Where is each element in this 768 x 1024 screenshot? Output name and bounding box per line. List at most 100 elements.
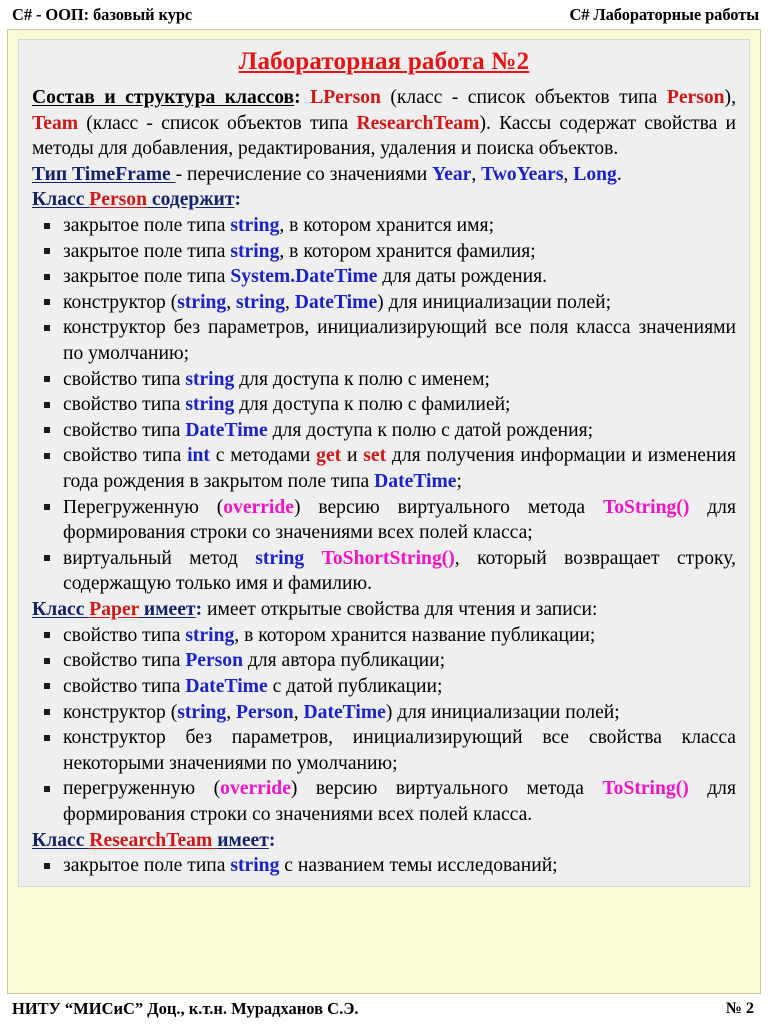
item-text: для доступа к полю с именем; [234, 368, 490, 390]
item-text: конструктор ( [63, 701, 178, 723]
item-text: , в котором хранится имя; [279, 215, 495, 237]
person-heading-name: Person [89, 189, 147, 211]
item-text: с датой публикации; [267, 675, 443, 697]
code-token: string [185, 624, 235, 646]
token-team: Team [32, 112, 79, 134]
item-text: ) версию виртуального метода [293, 496, 603, 518]
header-course-title: C# - ООП: базовый курс [12, 4, 193, 24]
list-item: виртуальный метод string ToShortString()… [32, 546, 736, 597]
list-item: свойство типа int с методами get и set д… [32, 443, 736, 494]
intro-space [301, 87, 310, 108]
code-token: Person [236, 701, 294, 723]
code-token: ToString() [602, 778, 689, 800]
timeframe-sep-1: , [471, 163, 482, 185]
code-token: Person [185, 650, 243, 672]
code-token: int [187, 445, 210, 467]
person-members-list: закрытое поле типа string , в котором хра… [32, 213, 736, 597]
page-title: Лабораторная работа №2 [238, 48, 530, 75]
code-token: string [230, 855, 280, 877]
list-item: закрытое поле типа System.DateTime для д… [32, 264, 736, 290]
page-number: № 2 [725, 1000, 754, 1017]
token-twoyears: TwoYears [481, 163, 564, 185]
item-text: свойство типа [63, 368, 186, 390]
item-text: свойство типа [63, 675, 186, 697]
person-heading-tail: содержит [146, 189, 235, 211]
researchteam-heading-colon: : [268, 829, 276, 851]
timeframe-sep-2: , [563, 163, 574, 185]
intro-text-2: ), [724, 87, 736, 108]
code-token: string [177, 701, 227, 723]
item-text: для автора публикации; [243, 650, 446, 672]
item-text: закрытое поле типа [63, 266, 231, 288]
item-text: конструктор без параметров, инициализиру… [63, 317, 736, 365]
list-item: свойство типа Person для автора публикац… [32, 648, 736, 674]
item-text: , [226, 291, 237, 313]
token-person: Person [666, 87, 725, 108]
item-text: закрытое поле типа [63, 240, 231, 262]
item-text: , [285, 291, 295, 313]
footer-author: НИТУ “МИСиС” Доц., к.т.н. Мурадханов С.Э… [12, 999, 359, 1018]
code-token: DateTime [294, 291, 378, 313]
item-text: конструктор ( [63, 291, 178, 313]
code-token: DateTime [303, 701, 386, 723]
researchteam-heading-name: ResearchTeam [89, 829, 218, 851]
item-text: свойство типа [63, 419, 186, 441]
code-token: DateTime [185, 675, 268, 697]
item-text: виртуальный метод [63, 547, 256, 569]
slide-frame: Лабораторная работа №2 Состав и структур… [7, 29, 761, 994]
item-text: с названием темы исследований; [279, 855, 558, 877]
code-token: string [236, 291, 285, 313]
list-item: свойство типа string, в котором хранится… [32, 623, 736, 649]
intro-label: Состав и структура классов [32, 87, 295, 108]
list-item: закрытое поле типа string, в котором хра… [32, 213, 736, 239]
code-token: DateTime [185, 419, 268, 441]
paper-members-list: свойство типа string, в котором хранится… [32, 623, 736, 828]
timeframe-period: . [616, 163, 622, 185]
item-text: конструктор без параметров, инициализиру… [63, 727, 736, 774]
list-item: свойство типа DateTime для доступа к пол… [32, 418, 736, 444]
list-item: закрытое поле типа string с названием те… [32, 853, 736, 879]
list-item: конструктор без параметров, инициализиру… [32, 725, 736, 776]
list-item: конструктор без параметров, инициализиру… [32, 315, 736, 366]
item-text [304, 548, 321, 569]
item-text: и [341, 445, 364, 467]
item-text: , в котором хранится название публикации… [234, 624, 596, 646]
list-item: свойство типа string для доступа к полю … [32, 367, 736, 393]
list-item: свойство типа DateTime с датой публикаци… [32, 674, 736, 700]
item-text: свойство типа [63, 445, 188, 467]
list-item: перегруженную (override) версию виртуаль… [32, 776, 736, 827]
token-long: Long [573, 163, 617, 185]
list-item: конструктор (string, Person, DateTime) д… [32, 700, 736, 726]
item-text: свойство типа [63, 624, 186, 646]
paper-heading-name: Paper [89, 599, 139, 620]
paper-heading-after: имеет открытые свойства для чтения и зап… [202, 599, 598, 620]
item-text: для доступа к полю с фамилией; [234, 394, 511, 416]
intro-text-3: (класс - список объектов типа [78, 112, 357, 134]
intro-colon: : [294, 87, 301, 108]
slide: C# - ООП: базовый курс C# Лабораторные р… [0, 0, 768, 1024]
intro-paragraph: Состав и структура классов: LPerson (кла… [32, 85, 736, 162]
list-item: свойство типа string для доступа к полю … [32, 392, 736, 418]
researchteam-class-heading: Класс ResearchTeam имеет: [32, 828, 736, 854]
timeframe-text-1: - перечисление со значениями [175, 163, 433, 185]
slide-header: C# - ООП: базовый курс C# Лабораторные р… [0, 0, 768, 29]
person-heading-colon: : [234, 189, 241, 211]
code-token: DateTime [374, 471, 457, 493]
code-token: override [223, 496, 294, 518]
code-token: ToString() [602, 496, 690, 518]
code-token: ToShortString() [321, 547, 455, 569]
item-text: свойство типа [63, 394, 186, 416]
list-item: конструктор (string, string, DateTime) д… [32, 290, 736, 316]
person-heading-klass: Класс [32, 189, 90, 211]
item-text: ) для инициализации полей; [385, 701, 620, 723]
token-lperson: LPerson [310, 87, 381, 108]
code-token: string [230, 240, 280, 262]
intro-text-1: (класс - список объектов типа [380, 87, 667, 108]
content-panel: Лабораторная работа №2 Состав и структур… [18, 39, 750, 887]
paper-heading-klass: Класс [32, 599, 90, 620]
item-text: перегруженную ( [63, 778, 221, 800]
item-text: для доступа к полю с датой рождения; [267, 419, 594, 441]
item-text: , [293, 701, 304, 723]
item-text: свойство типа [63, 650, 186, 672]
token-year: Year [432, 163, 472, 185]
